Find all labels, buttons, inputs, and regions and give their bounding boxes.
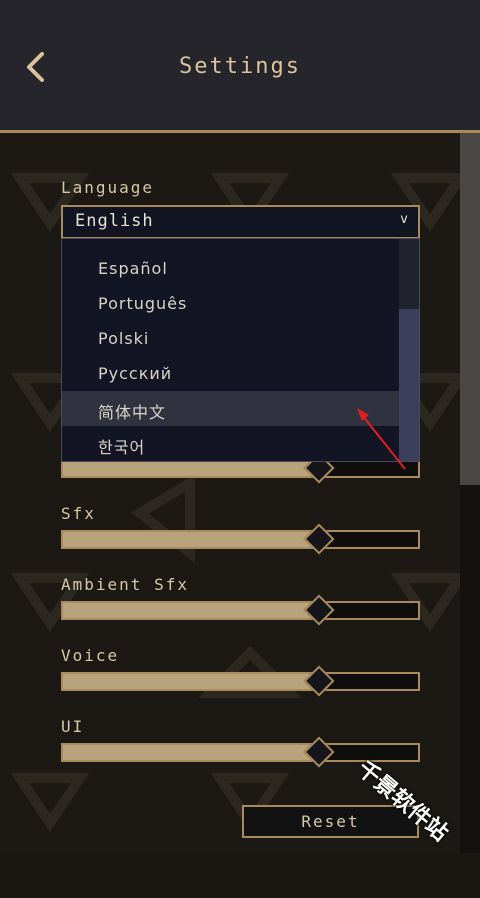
volume-slider[interactable] xyxy=(61,665,420,697)
slider-fill xyxy=(63,461,319,476)
page-scrollbar-thumb[interactable] xyxy=(460,133,480,485)
language-option-es[interactable]: Español xyxy=(62,251,399,286)
option-label: 한국어 xyxy=(98,438,146,457)
slider-fill xyxy=(63,603,319,618)
language-option-zh[interactable]: 简体中文 xyxy=(62,391,399,426)
option-label: Русский xyxy=(98,364,173,383)
dropdown-scrollbar-thumb[interactable] xyxy=(399,309,419,461)
language-dropdown-list[interactable]: Español Português Polski Русский 简体中文 한국… xyxy=(61,238,420,462)
slider-label: UI xyxy=(61,717,85,736)
volume-slider[interactable] xyxy=(61,523,420,555)
language-option-ko[interactable]: 한국어 xyxy=(62,426,399,461)
slider-fill xyxy=(63,532,319,547)
language-label: Language xyxy=(61,178,155,197)
slider-label: Ambient Sfx xyxy=(61,575,189,594)
language-option-pt[interactable]: Português xyxy=(62,286,399,321)
header: Settings xyxy=(0,0,480,133)
option-label: 简体中文 xyxy=(98,403,167,422)
slider-label: Voice xyxy=(61,646,120,665)
slider-fill xyxy=(63,745,319,760)
language-select[interactable]: English v xyxy=(61,205,420,239)
language-option-pl[interactable]: Polski xyxy=(62,321,399,356)
slider-label: Sfx xyxy=(61,504,96,523)
slider-fill xyxy=(63,674,319,689)
language-option-ru[interactable]: Русский xyxy=(62,356,399,391)
option-label: Polski xyxy=(98,329,150,348)
chevron-down-icon: v xyxy=(400,212,408,227)
volume-slider[interactable] xyxy=(61,594,420,626)
language-selected-value: English xyxy=(75,211,154,231)
option-label: Português xyxy=(98,294,188,313)
settings-panel: Language English v Sfx Ambient Sfx Voice UI… xyxy=(0,133,480,853)
page-title: Settings xyxy=(179,54,301,79)
option-label: Español xyxy=(98,259,168,278)
